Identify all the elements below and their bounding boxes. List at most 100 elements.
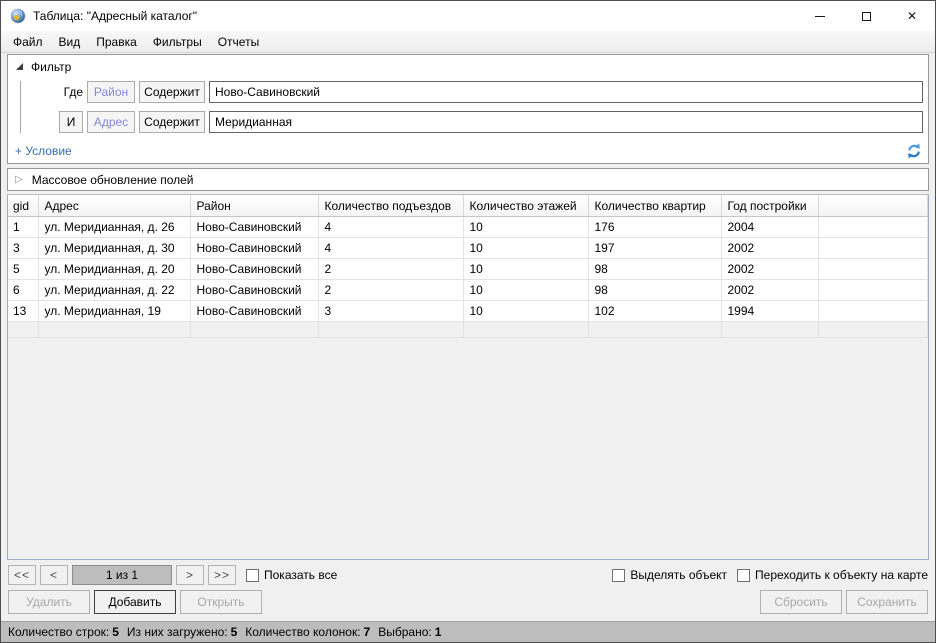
add-button[interactable]: Добавить [94, 590, 176, 614]
table-row[interactable]: 3ул. Меридианная, д. 30Ново-Савиновский4… [8, 238, 928, 259]
grid-cell[interactable]: 4 [318, 217, 463, 238]
column-header[interactable]: Количество квартир [588, 195, 721, 217]
grid-cell[interactable]: 13 [8, 301, 38, 322]
grid-cell[interactable]: ул. Меридианная, д. 26 [38, 217, 190, 238]
grid-cell[interactable]: 6 [8, 280, 38, 301]
grid-cell[interactable]: 98 [588, 280, 721, 301]
empty-cell[interactable] [38, 322, 190, 338]
header-row: gidАдресРайонКоличество подъездовКоличес… [8, 195, 928, 217]
grid-cell[interactable]: 102 [588, 301, 721, 322]
menu-filters[interactable]: Фильтры [145, 35, 210, 49]
close-icon[interactable]: ✕ [889, 1, 935, 31]
grid-cell[interactable]: Ново-Савиновский [190, 217, 318, 238]
empty-cell[interactable] [588, 322, 721, 338]
filter-field-button[interactable]: Адрес [87, 111, 135, 133]
column-header[interactable]: Год постройки [721, 195, 818, 217]
reset-button[interactable]: Сбросить [760, 590, 842, 614]
empty-cell[interactable] [463, 322, 588, 338]
grid-cell[interactable]: 2002 [721, 280, 818, 301]
filter-expander[interactable]: Фильтр [11, 57, 924, 76]
grid-cell[interactable] [818, 259, 928, 280]
grid-cell[interactable]: 10 [463, 217, 588, 238]
empty-cell[interactable] [318, 322, 463, 338]
filter-where-label: Где [21, 85, 83, 99]
empty-cell[interactable] [721, 322, 818, 338]
add-condition-link[interactable]: + Условие [15, 144, 72, 158]
grid-cell[interactable]: 98 [588, 259, 721, 280]
table-row[interactable]: 13ул. Меридианная, 19Ново-Савиновский310… [8, 301, 928, 322]
grid-cell[interactable]: Ново-Савиновский [190, 280, 318, 301]
grid-cell[interactable]: ул. Меридианная, д. 20 [38, 259, 190, 280]
empty-cell[interactable] [818, 322, 928, 338]
column-header[interactable]: Район [190, 195, 318, 217]
grid-cell[interactable]: 10 [463, 259, 588, 280]
grid-cell[interactable]: 197 [588, 238, 721, 259]
mass-update-expander[interactable]: ▷ Массовое обновление полей [7, 168, 929, 191]
grid-cell[interactable]: 3 [8, 238, 38, 259]
goto-object-checkbox-group[interactable]: Переходить к объекту на карте [737, 568, 928, 582]
goto-object-checkbox[interactable] [737, 569, 750, 582]
grid-cell[interactable]: ул. Меридианная, 19 [38, 301, 190, 322]
grid-cell[interactable]: 1994 [721, 301, 818, 322]
menu-edit[interactable]: Правка [88, 35, 145, 49]
action-buttons-row: Удалить Добавить Открыть Сбросить Сохран… [8, 589, 928, 615]
grid-cell[interactable]: Ново-Савиновский [190, 238, 318, 259]
filter-field-button[interactable]: Район [87, 81, 135, 103]
grid-cell[interactable]: 1 [8, 217, 38, 238]
grid-cell[interactable]: 5 [8, 259, 38, 280]
grid-cell[interactable]: ул. Меридианная, д. 22 [38, 280, 190, 301]
grid-cell[interactable]: Ново-Савиновский [190, 301, 318, 322]
new-row[interactable] [8, 322, 928, 338]
filter-and-button[interactable]: И [59, 111, 83, 133]
grid-cell[interactable] [818, 238, 928, 259]
pager-next-button[interactable]: > [176, 565, 204, 585]
show-all-checkbox-group[interactable]: Показать все [246, 568, 337, 582]
menu-file[interactable]: Файл [5, 35, 51, 49]
column-header[interactable] [818, 195, 928, 217]
column-header[interactable]: Адрес [38, 195, 190, 217]
column-header[interactable]: Количество этажей [463, 195, 588, 217]
menu-view[interactable]: Вид [51, 35, 89, 49]
save-button[interactable]: Сохранить [846, 590, 928, 614]
grid-cell[interactable]: 2 [318, 280, 463, 301]
grid-cell[interactable]: 2002 [721, 259, 818, 280]
menu-reports[interactable]: Отчеты [210, 35, 267, 49]
grid-cell[interactable]: 3 [318, 301, 463, 322]
grid-cell[interactable]: 4 [318, 238, 463, 259]
maximize-icon[interactable] [843, 1, 889, 31]
pager-last-button[interactable]: >> [208, 565, 236, 585]
grid-cell[interactable]: 10 [463, 238, 588, 259]
show-all-checkbox[interactable] [246, 569, 259, 582]
highlight-object-checkbox-group[interactable]: Выделять объект [612, 568, 727, 582]
column-header[interactable]: Количество подъездов [318, 195, 463, 217]
pager-prev-button[interactable]: < [40, 565, 68, 585]
pager-first-button[interactable]: << [8, 565, 36, 585]
grid-cell[interactable]: 10 [463, 280, 588, 301]
filter-operator-button[interactable]: Содержит [139, 111, 205, 133]
column-header[interactable]: gid [8, 195, 38, 217]
grid-cell[interactable]: Ново-Савиновский [190, 259, 318, 280]
table-row[interactable]: 6ул. Меридианная, д. 22Ново-Савиновский2… [8, 280, 928, 301]
filter-value-input[interactable] [209, 81, 923, 103]
grid-cell[interactable] [818, 280, 928, 301]
refresh-icon[interactable] [905, 142, 923, 160]
grid-cell[interactable] [818, 301, 928, 322]
table-row[interactable]: 5ул. Меридианная, д. 20Ново-Савиновский2… [8, 259, 928, 280]
map-options: Выделять объект Переходить к объекту на … [606, 568, 928, 582]
minimize-icon[interactable] [797, 1, 843, 31]
grid-cell[interactable]: 176 [588, 217, 721, 238]
grid-cell[interactable] [818, 217, 928, 238]
delete-button[interactable]: Удалить [8, 590, 90, 614]
grid-cell[interactable]: ул. Меридианная, д. 30 [38, 238, 190, 259]
empty-cell[interactable] [190, 322, 318, 338]
grid-cell[interactable]: 2 [318, 259, 463, 280]
grid-cell[interactable]: 2004 [721, 217, 818, 238]
highlight-object-checkbox[interactable] [612, 569, 625, 582]
grid-cell[interactable]: 10 [463, 301, 588, 322]
filter-operator-button[interactable]: Содержит [139, 81, 205, 103]
open-button[interactable]: Открыть [180, 590, 262, 614]
empty-cell[interactable] [8, 322, 38, 338]
grid-cell[interactable]: 2002 [721, 238, 818, 259]
filter-value-input[interactable] [209, 111, 923, 133]
table-row[interactable]: 1ул. Меридианная, д. 26Ново-Савиновский4… [8, 217, 928, 238]
